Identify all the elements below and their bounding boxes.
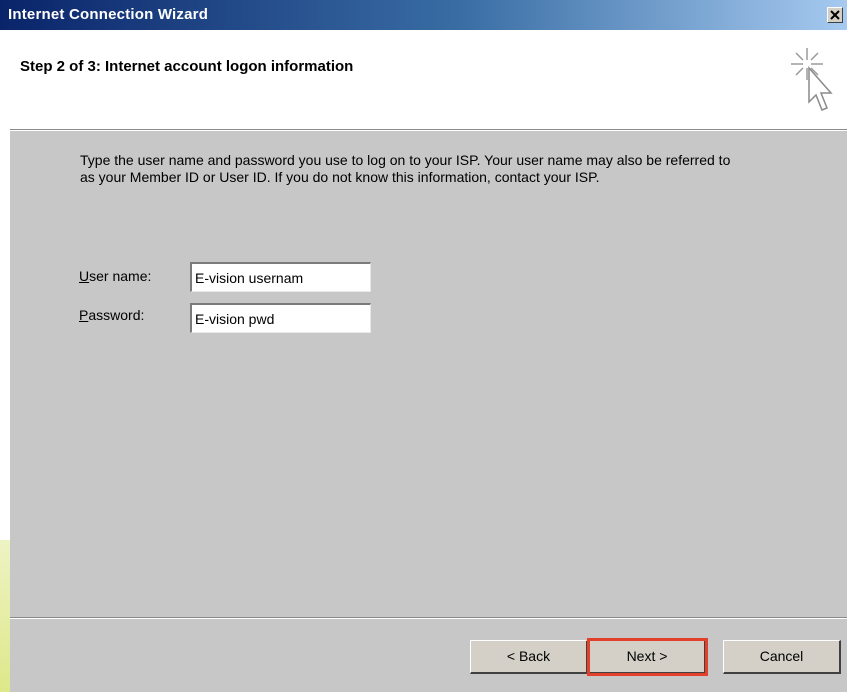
close-icon (830, 10, 840, 20)
back-button[interactable]: < Back (470, 640, 588, 674)
wizard-window: Internet Connection Wizard Step 2 of 3: … (0, 0, 847, 692)
username-label: User name: (79, 268, 151, 284)
sparkle-cursor-icon (791, 48, 833, 111)
footer-separator (10, 617, 847, 619)
title-bar[interactable]: Internet Connection Wizard (0, 0, 847, 30)
close-button[interactable] (827, 7, 843, 23)
left-edge-accent (0, 540, 10, 692)
username-input[interactable] (190, 262, 371, 292)
window-title: Internet Connection Wizard (8, 6, 209, 23)
password-label: Password: (79, 307, 144, 323)
password-label-text: assword: (88, 307, 145, 323)
step-title: Step 2 of 3: Internet account logon info… (20, 58, 354, 75)
cancel-button[interactable]: Cancel (723, 640, 841, 674)
header-separator (10, 129, 847, 131)
username-label-text: ser name: (89, 268, 152, 284)
wizard-header: Step 2 of 3: Internet account logon info… (10, 30, 847, 129)
password-label-mnemonic: P (79, 307, 89, 323)
username-label-mnemonic: U (79, 268, 90, 284)
password-input[interactable] (190, 303, 371, 333)
next-button[interactable]: Next > (589, 640, 706, 674)
instructions-text: Type the user name and password you use … (80, 152, 731, 185)
